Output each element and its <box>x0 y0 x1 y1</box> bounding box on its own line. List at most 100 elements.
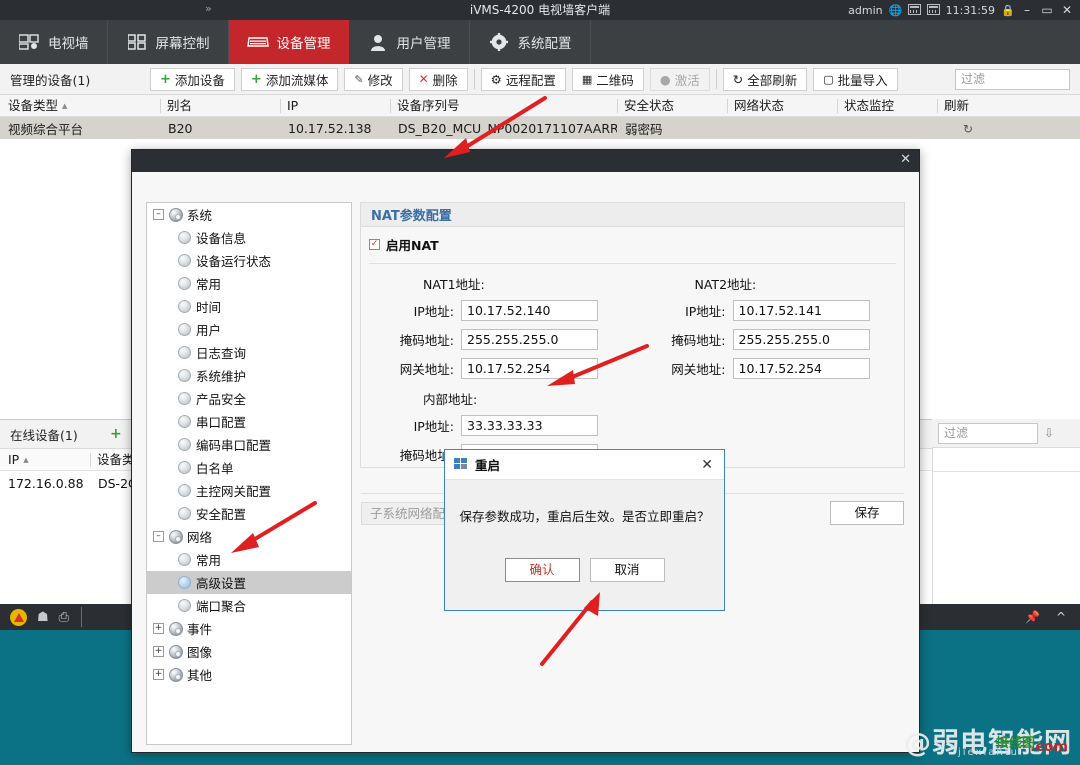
close-button[interactable]: ✕ <box>1060 3 1074 17</box>
chevron-double-down-icon[interactable]: ⇩ <box>1044 426 1054 440</box>
minimize-button[interactable]: – <box>1020 3 1034 17</box>
nat2-gateway-input[interactable]: 10.17.52.254 <box>733 358 870 379</box>
nat1-ip-row: IP地址: 10.17.52.140 <box>361 300 633 321</box>
add-stream-media-button[interactable]: + 添加流媒体 <box>241 68 338 91</box>
bell-icon[interactable]: ☗ <box>37 610 49 625</box>
globe-icon[interactable]: 🌐 <box>889 4 902 17</box>
qr-code-button[interactable]: ▦ 二维码 <box>572 68 644 91</box>
save-button[interactable]: 保存 <box>830 501 904 525</box>
col-refresh[interactable]: 刷新 <box>937 99 1037 113</box>
collapse-icon[interactable]: – <box>153 209 164 220</box>
tree-item[interactable]: 设备信息 <box>147 226 351 249</box>
tree-item[interactable]: 产品安全 <box>147 387 351 410</box>
device-toolbar: 管理的设备(1) + 添加设备 + 添加流媒体 ✎ 修改 ✕ 删除 ⚙ 远程配置… <box>0 64 1080 95</box>
modal-close-button[interactable]: ✕ <box>701 457 724 473</box>
dialog-close-button[interactable]: ✕ <box>900 152 911 167</box>
clock-label: 11:31:59 <box>946 4 995 17</box>
pin-icon[interactable]: 📌 <box>1025 610 1040 624</box>
col-security-status[interactable]: 安全状态 <box>617 99 727 113</box>
node-bullet-icon <box>178 507 191 520</box>
nat2-mask-input[interactable]: 255.255.255.0 <box>733 329 870 350</box>
nat1-ip-input[interactable]: 10.17.52.140 <box>461 300 598 321</box>
internal-ip-input[interactable]: 33.33.33.33 <box>461 415 598 436</box>
add-device-button[interactable]: + 添加设备 <box>150 68 235 91</box>
keyboard-icon[interactable] <box>927 4 940 17</box>
tree-item[interactable]: 串口配置 <box>147 410 351 433</box>
remote-config-button[interactable]: ⚙ 远程配置 <box>481 68 566 91</box>
button-label: 全部刷新 <box>747 70 797 89</box>
nat1-mask-row: 掩码地址: 255.255.255.0 <box>361 329 633 350</box>
tree-item[interactable]: 高级设置 <box>147 571 351 594</box>
delete-button[interactable]: ✕ 删除 <box>409 68 468 91</box>
nav-item-user-manage[interactable]: 用户管理 <box>349 20 470 64</box>
col-ip[interactable]: IP <box>280 99 390 113</box>
col-serial[interactable]: 设备序列号 <box>390 99 617 113</box>
tree-item[interactable]: –系统 <box>147 203 351 226</box>
tree-item[interactable]: +其他 <box>147 663 351 686</box>
tree-item[interactable]: 常用 <box>147 272 351 295</box>
collapse-icon[interactable]: – <box>153 531 164 542</box>
nav-item-system-config[interactable]: 系统配置 <box>470 20 591 64</box>
plus-icon: + <box>160 72 171 87</box>
nav-item-device-manage[interactable]: 设备管理 <box>229 20 349 64</box>
system-config-icon <box>488 32 510 52</box>
export-icon[interactable]: ⎙ <box>59 610 69 625</box>
tree-item[interactable]: 时间 <box>147 295 351 318</box>
tree-item[interactable]: 设备运行状态 <box>147 249 351 272</box>
nav-item-screen-control[interactable]: 屏幕控制 <box>108 20 229 64</box>
expand-icon[interactable]: + <box>153 669 164 680</box>
lock-icon[interactable]: 🔒 <box>1001 4 1014 17</box>
cell-refresh[interactable]: ↻ <box>937 121 1037 136</box>
modal-title-bar: 重启 ✕ <box>445 450 724 480</box>
cancel-button[interactable]: 取消 <box>590 558 665 582</box>
cd-icon <box>169 645 183 659</box>
tree-item-label: 产品安全 <box>196 389 246 408</box>
enable-nat-row[interactable]: ✓ 启用NAT <box>361 227 904 254</box>
warning-icon[interactable] <box>10 609 27 626</box>
device-filter-input[interactable]: 过滤 <box>955 69 1070 90</box>
tree-item-label: 安全配置 <box>196 504 246 523</box>
modify-button[interactable]: ✎ 修改 <box>344 68 402 91</box>
nat1-mask-input[interactable]: 255.255.255.0 <box>461 329 598 350</box>
activate-button[interactable]: ● 激活 <box>650 68 710 91</box>
chevron-up-icon[interactable]: ^ <box>1056 610 1066 624</box>
refresh-icon[interactable]: ↻ <box>963 122 973 136</box>
tree-item[interactable]: 白名单 <box>147 456 351 479</box>
field-label: 掩码地址: <box>633 330 733 349</box>
tree-item[interactable]: 日志查询 <box>147 341 351 364</box>
button-label: 激活 <box>675 70 700 89</box>
col-network-status[interactable]: 网络状态 <box>727 99 837 113</box>
confirm-button[interactable]: 确认 <box>505 558 580 582</box>
tree-item[interactable]: 端口聚合 <box>147 594 351 617</box>
tree-item[interactable]: –网络 <box>147 525 351 548</box>
expand-icon[interactable]: + <box>153 623 164 634</box>
maximize-button[interactable]: ▭ <box>1040 3 1054 17</box>
sort-ascending-icon: ▲ <box>23 456 28 464</box>
enable-nat-checkbox[interactable]: ✓ <box>369 239 380 250</box>
screen-icon[interactable] <box>908 4 921 17</box>
add-online-device-icon[interactable]: + <box>110 426 122 442</box>
tree-item[interactable]: 编码串口配置 <box>147 433 351 456</box>
tree-item[interactable]: 主控网关配置 <box>147 479 351 502</box>
nat2-ip-input[interactable]: 10.17.52.141 <box>733 300 870 321</box>
tree-item[interactable]: 安全配置 <box>147 502 351 525</box>
tree-item[interactable]: +图像 <box>147 640 351 663</box>
tree-item[interactable]: 用户 <box>147 318 351 341</box>
table-row[interactable]: 视频综合平台 B20 10.17.52.138 DS_B20_MCU_NP002… <box>0 117 1080 139</box>
node-bullet-icon <box>178 300 191 313</box>
col-device-type[interactable]: 设备类型▲ <box>0 99 160 113</box>
col-status-monitor[interactable]: 状态监控 <box>837 99 937 113</box>
online-filter-input[interactable]: 过滤 <box>938 423 1038 444</box>
col-label: IP <box>8 452 19 467</box>
col-ip[interactable]: IP ▲ <box>0 453 90 467</box>
expand-icon[interactable]: + <box>153 646 164 657</box>
tree-item[interactable]: 常用 <box>147 548 351 571</box>
tree-item[interactable]: 系统维护 <box>147 364 351 387</box>
refresh-all-button[interactable]: ↻ 全部刷新 <box>723 68 808 91</box>
nat1-gateway-input[interactable]: 10.17.52.254 <box>461 358 598 379</box>
tree-item[interactable]: +事件 <box>147 617 351 640</box>
node-bullet-icon <box>178 576 191 589</box>
batch-import-button[interactable]: ▢ 批量导入 <box>813 68 897 91</box>
col-alias[interactable]: 别名 <box>160 99 280 113</box>
nav-item-tv-wall[interactable]: 电视墙 <box>0 20 108 64</box>
